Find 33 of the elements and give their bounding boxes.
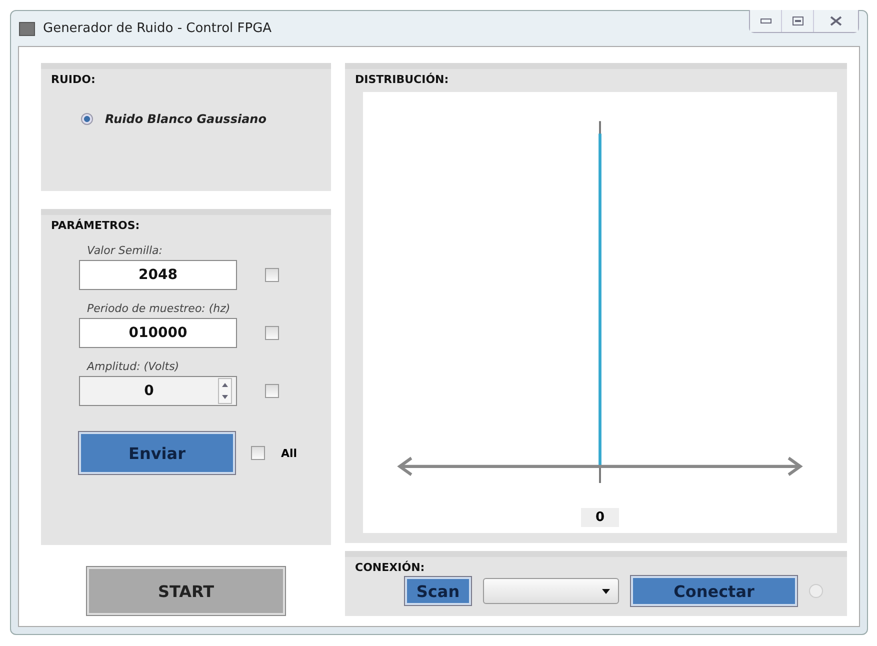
radio-label[interactable]: Ruido Blanco Gaussiano xyxy=(105,112,266,126)
minimize-icon xyxy=(760,18,772,24)
checkbox[interactable] xyxy=(251,446,265,460)
start-button[interactable]: START xyxy=(87,567,285,615)
input-field[interactable]: 2048 xyxy=(79,260,237,290)
field-label: Valor Semilla: xyxy=(87,244,164,257)
checkbox[interactable] xyxy=(265,384,279,398)
radio-button[interactable] xyxy=(81,113,93,125)
app-icon xyxy=(19,22,35,36)
field-label: Periodo de muestreo: (hz) xyxy=(87,302,232,315)
close-button[interactable] xyxy=(814,10,858,32)
port-dropdown[interactable] xyxy=(483,578,619,604)
checkbox[interactable] xyxy=(265,326,279,340)
checkbox-label: All xyxy=(281,446,298,460)
maximize-button[interactable] xyxy=(782,10,814,32)
checkbox[interactable] xyxy=(265,268,279,282)
scan-button[interactable]: Scan xyxy=(405,577,471,605)
caret-icon xyxy=(602,588,610,594)
spin-field[interactable]: 0 xyxy=(79,376,237,406)
panel-heading: RUIDO: xyxy=(51,73,96,86)
window-title: Generador de Ruido - Control FPGA xyxy=(43,21,273,36)
input-field[interactable]: 010000 xyxy=(79,318,237,348)
field-label: Amplitud: (Volts) xyxy=(87,360,180,373)
minimize-button[interactable] xyxy=(750,10,782,32)
panel-heading: DISTRIBUCIÓN: xyxy=(355,73,450,86)
maximize-icon xyxy=(792,16,804,26)
spin-arrows-icon[interactable] xyxy=(218,378,232,404)
panel-heading: CONEXIÓN: xyxy=(355,561,426,574)
panel-heading: PARÁMETROS: xyxy=(51,219,141,232)
close-icon xyxy=(830,16,842,26)
axis-label: 0 xyxy=(581,508,619,527)
connect-button[interactable]: Conectar xyxy=(631,576,797,606)
send-button[interactable]: Enviar xyxy=(79,432,235,474)
